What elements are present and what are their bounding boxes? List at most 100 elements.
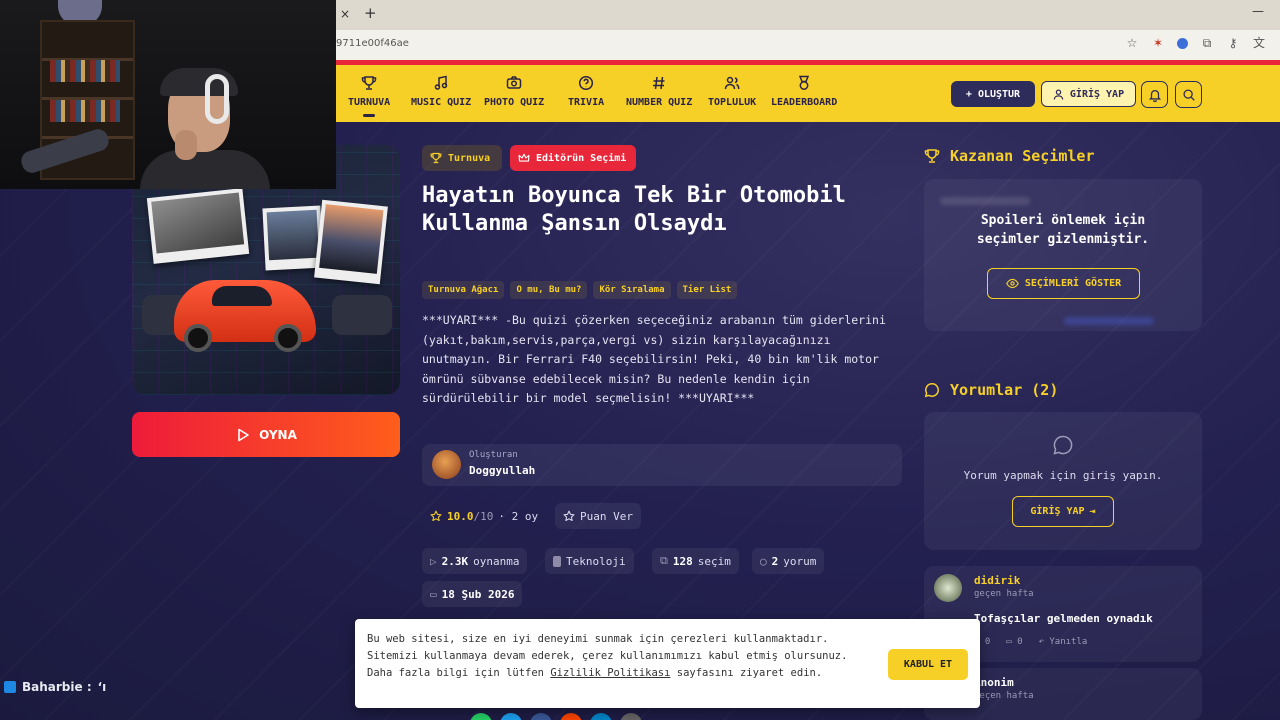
avatar[interactable] — [432, 450, 461, 479]
chat-user: Baharbie : — [22, 680, 92, 694]
notifications-button[interactable] — [1141, 81, 1168, 108]
comments-heading: Yorumlar (2) — [924, 381, 1058, 399]
search-button[interactable] — [1175, 81, 1202, 108]
trophy-icon — [361, 76, 377, 90]
new-tab-button[interactable]: + — [364, 4, 377, 22]
nav-item-topluluk[interactable]: TOPLULUK — [708, 75, 756, 108]
site-navigation: TURNUVA MUSIC QUIZ PHOTO QUIZ TRIVIA NUM… — [336, 65, 1280, 122]
translate-icon[interactable]: 文 — [1252, 36, 1266, 50]
mode-chip[interactable]: Turnuva Ağacı — [422, 281, 505, 299]
quiz-description: ***UYARI*** -Bu quizi çözerken seçeceğin… — [422, 313, 886, 405]
comment-icon: ◯ — [760, 554, 767, 568]
create-button[interactable]: + OLUŞTUR — [951, 81, 1035, 107]
reply-count[interactable]: ▭ 0 — [1006, 637, 1022, 647]
rate-button[interactable]: Puan Ver — [555, 503, 641, 529]
show-choices-button[interactable]: SEÇİMLERİ GÖSTER — [987, 268, 1140, 299]
play-icon — [238, 428, 249, 441]
comment-icon — [924, 383, 939, 398]
date-stat: ▭ 18 Şub 2026 — [422, 581, 523, 607]
users-icon — [724, 76, 740, 90]
telegram-icon[interactable] — [590, 713, 612, 720]
medal-icon — [799, 75, 810, 90]
puzzle-icon[interactable]: ⧉ — [1200, 36, 1214, 50]
comment-time: geçen hafta — [974, 691, 1034, 701]
comment-login-button[interactable]: GİRİŞ YAP ⇥ — [1012, 496, 1114, 527]
search-icon — [1182, 88, 1195, 101]
comment-login-box: Yorum yapmak için giriş yapın. GİRİŞ YAP… — [924, 412, 1202, 550]
nav-label: TRIVIA — [568, 97, 605, 108]
cookie-text: Bu web sitesi, size en iyi deneyimi sunm… — [367, 633, 848, 679]
chat-message: ‘ı — [97, 680, 107, 694]
chat-badge-icon — [4, 681, 16, 693]
mode-chip[interactable]: Tier List — [676, 281, 738, 299]
tab-close-icon[interactable]: × — [340, 7, 350, 21]
nav-item-trivia[interactable]: TRIVIA — [568, 75, 604, 108]
hash-icon — [653, 76, 665, 90]
window-minimize-button[interactable]: — — [1252, 4, 1264, 18]
facebook-icon[interactable] — [530, 713, 552, 720]
accept-cookies-button[interactable]: KABUL ET — [888, 649, 968, 680]
eye-icon — [1006, 278, 1019, 289]
creator-name[interactable]: Doggyullah — [469, 464, 535, 477]
nav-item-leaderboard[interactable]: LEADERBOARD — [771, 75, 837, 108]
nav-label: TURNUVA — [348, 97, 391, 108]
play-small-icon: ▷ — [430, 554, 437, 568]
nav-item-music-quiz[interactable]: MUSIC QUIZ — [411, 75, 471, 108]
login-button[interactable]: GİRİŞ YAP — [1041, 81, 1136, 107]
link-icon[interactable] — [620, 713, 642, 720]
reply-button[interactable]: ↶ Yanıtla — [1039, 637, 1088, 647]
calendar-icon: ▭ — [430, 587, 437, 601]
quiz-modes: Turnuva Ağacı O mu, Bu mu? Kör Sıralama … — [422, 281, 738, 299]
comment-icon — [1053, 435, 1073, 455]
question-icon — [579, 75, 594, 91]
red-sports-car — [174, 280, 316, 352]
privacy-policy-link[interactable]: Gizlilik Politikası — [550, 667, 670, 679]
copy-icon: ⧉ — [660, 554, 668, 567]
nav-item-photo-quiz[interactable]: PHOTO QUIZ — [484, 75, 544, 108]
winners-heading: Kazanan Seçimler — [924, 147, 1095, 165]
nav-label: NUMBER QUIZ — [626, 97, 693, 108]
nav-label: TOPLULUK — [708, 97, 757, 108]
twitter-icon[interactable] — [500, 713, 522, 720]
comment-author[interactable]: didirik — [974, 574, 1020, 587]
camera-icon — [506, 76, 522, 89]
nav-label: LEADERBOARD — [771, 97, 838, 108]
creator-label: Oluşturan — [469, 450, 518, 460]
bell-icon — [1148, 89, 1161, 102]
reddit-icon[interactable] — [560, 713, 582, 720]
crown-icon — [518, 153, 530, 162]
trophy-icon — [430, 152, 442, 164]
nav-label: MUSIC QUIZ — [411, 97, 472, 108]
star-icon[interactable]: ☆ — [1125, 36, 1139, 50]
avatar[interactable] — [934, 574, 962, 602]
whatsapp-icon[interactable] — [470, 713, 492, 720]
comment-time: geçen hafta — [974, 589, 1034, 599]
nav-item-number-quiz[interactable]: NUMBER QUIZ — [626, 75, 692, 108]
trophy-icon — [924, 149, 940, 163]
cookie-banner: Bu web sitesi, size en iyi deneyimi sunm… — [355, 619, 980, 708]
nav-item-turnuva[interactable]: TURNUVA — [348, 75, 391, 117]
rating-display: 10.0/10 · 2 oy — [422, 503, 546, 529]
phone-icon — [553, 555, 561, 567]
category-stat[interactable]: Teknoloji — [545, 548, 634, 574]
browser-address-bar[interactable]: 9711e00f46ae ☆ ✶ ⧉ ⚷ 文 — [336, 30, 1280, 60]
extension-icons: ☆ ✶ ⧉ ⚷ 文 — [1125, 36, 1266, 50]
extension-red-icon[interactable]: ✶ — [1151, 36, 1165, 50]
login-prompt: Yorum yapmak için giriş yapın. — [963, 469, 1163, 482]
stream-chat-message: Baharbie : ‘ı — [4, 680, 106, 694]
play-button[interactable]: OYNA — [132, 412, 400, 457]
webcam-overlay — [0, 0, 336, 189]
editors-choice-badge: Editörün Seçimi — [510, 145, 636, 171]
extension-blue-icon[interactable] — [1177, 37, 1188, 49]
creator-card[interactable]: Oluşturan Doggyullah — [422, 444, 902, 486]
mode-chip[interactable]: O mu, Bu mu? — [510, 281, 588, 299]
star-icon — [430, 510, 442, 522]
tournament-tag[interactable]: Turnuva — [422, 145, 502, 171]
quiz-title: Hayatın Boyunca Tek Bir Otomobil Kullanm… — [422, 183, 846, 236]
key-icon[interactable]: ⚷ — [1226, 36, 1240, 50]
photo-card — [314, 199, 388, 285]
nav-label: PHOTO QUIZ — [484, 97, 545, 108]
choices-stat: ⧉ 128 seçim — [652, 548, 739, 574]
mode-chip[interactable]: Kör Sıralama — [593, 281, 671, 299]
url-text[interactable]: 9711e00f46ae — [336, 38, 409, 49]
